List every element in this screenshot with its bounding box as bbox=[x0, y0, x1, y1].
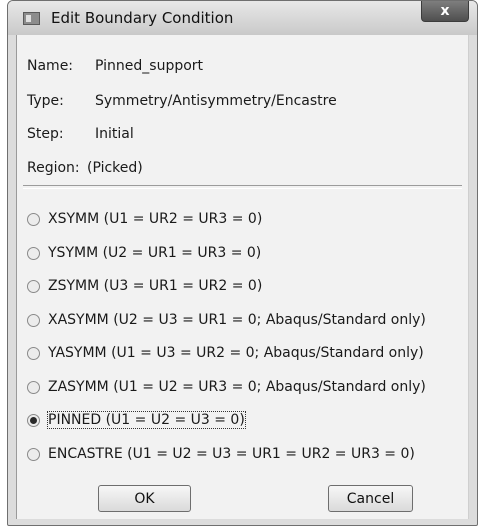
option-label: ENCASTRE (U1 = U2 = U3 = UR1 = UR2 = UR3… bbox=[48, 446, 415, 462]
close-button[interactable]: x bbox=[421, 1, 469, 22]
separator bbox=[23, 185, 462, 189]
type-value: Symmetry/Antisymmetry/Encastre bbox=[95, 93, 337, 109]
radio-button[interactable] bbox=[27, 246, 40, 260]
type-label: Type: bbox=[27, 93, 64, 109]
option-label: YASYMM (U1 = U3 = UR2 = 0; Abaqus/Standa… bbox=[48, 345, 424, 361]
name-value: Pinned_support bbox=[95, 58, 204, 74]
dialog-body: Name: Pinned_support Type: Symmetry/Anti… bbox=[16, 35, 469, 519]
step-value: Initial bbox=[95, 126, 134, 142]
ok-button[interactable]: OK bbox=[98, 485, 191, 512]
region-row: Region: (Picked) bbox=[27, 160, 143, 176]
cancel-button[interactable]: Cancel bbox=[328, 485, 413, 512]
app-window-icon bbox=[23, 12, 40, 25]
region-value: (Picked) bbox=[87, 160, 143, 176]
option-pinned[interactable]: PINNED (U1 = U2 = U3 = 0) bbox=[27, 411, 246, 429]
option-encastre[interactable]: ENCASTRE (U1 = U2 = U3 = UR1 = UR2 = UR3… bbox=[27, 446, 415, 462]
option-yasymm[interactable]: YASYMM (U1 = U3 = UR2 = 0; Abaqus/Standa… bbox=[27, 345, 424, 361]
step-label: Step: bbox=[27, 126, 64, 142]
option-label: PINNED (U1 = U2 = U3 = 0) bbox=[47, 411, 246, 429]
dialog-window: Edit Boundary Condition x Name: Pinned_s… bbox=[7, 0, 478, 526]
dialog-title: Edit Boundary Condition bbox=[51, 9, 234, 27]
option-xasymm[interactable]: XASYMM (U2 = U3 = UR1 = 0; Abaqus/Standa… bbox=[27, 312, 426, 328]
option-label: XSYMM (U1 = UR2 = UR3 = 0) bbox=[48, 211, 263, 227]
radio-button-selected[interactable] bbox=[27, 413, 40, 427]
option-label: ZSYMM (U3 = UR1 = UR2 = 0) bbox=[48, 278, 263, 294]
option-label: YSYMM (U2 = UR1 = UR3 = 0) bbox=[48, 245, 262, 261]
option-zasymm[interactable]: ZASYMM (U1 = U2 = UR3 = 0; Abaqus/Standa… bbox=[27, 379, 426, 395]
radio-button[interactable] bbox=[27, 212, 40, 226]
radio-button[interactable] bbox=[27, 279, 40, 293]
radio-button[interactable] bbox=[27, 346, 40, 360]
option-ysymm[interactable]: YSYMM (U2 = UR1 = UR3 = 0) bbox=[27, 245, 261, 261]
option-zsymm[interactable]: ZSYMM (U3 = UR1 = UR2 = 0) bbox=[27, 278, 262, 294]
region-label: Region: bbox=[27, 160, 80, 176]
option-label: ZASYMM (U1 = U2 = UR3 = 0; Abaqus/Standa… bbox=[48, 379, 426, 395]
radio-button[interactable] bbox=[27, 380, 40, 394]
title-bar[interactable]: Edit Boundary Condition x bbox=[8, 1, 477, 35]
radio-button[interactable] bbox=[27, 447, 40, 461]
option-xsymm[interactable]: XSYMM (U1 = UR2 = UR3 = 0) bbox=[27, 211, 262, 227]
option-label: XASYMM (U2 = U3 = UR1 = 0; Abaqus/Standa… bbox=[48, 312, 426, 328]
radio-button[interactable] bbox=[27, 313, 40, 327]
name-label: Name: bbox=[27, 58, 74, 74]
type-row: Type: Symmetry/Antisymmetry/Encastre bbox=[27, 93, 337, 109]
name-row: Name: Pinned_support bbox=[27, 58, 203, 74]
step-row: Step: Initial bbox=[27, 126, 134, 142]
